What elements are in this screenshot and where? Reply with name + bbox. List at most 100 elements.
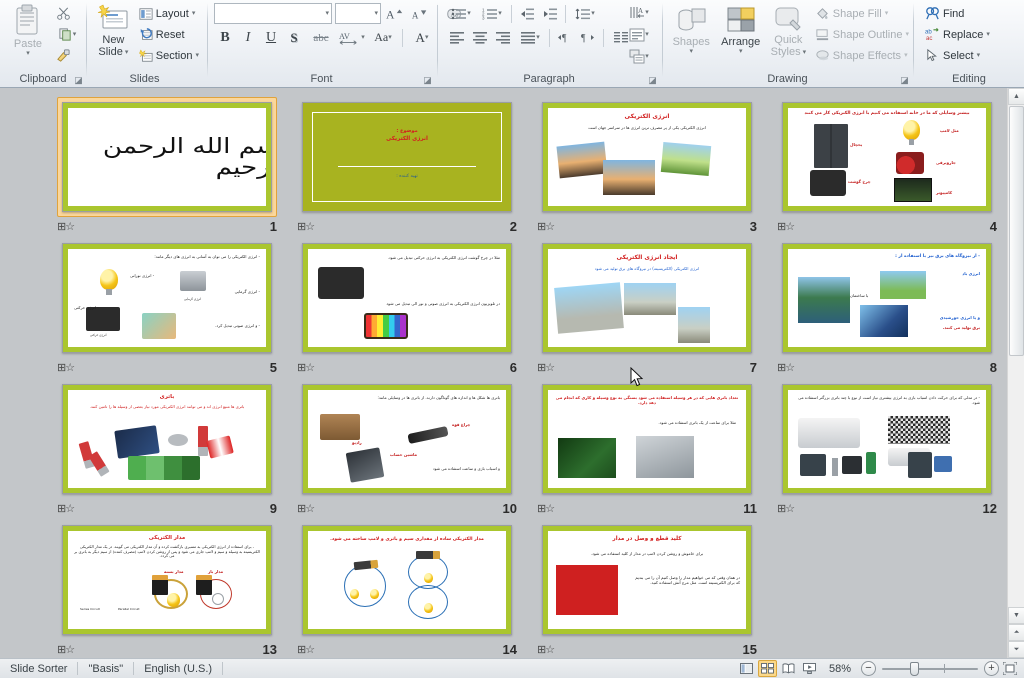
slide-thumb-4[interactable]: بیشتر وسایلی که ما در خانه استفاده می کن… [777,97,997,217]
italic-button[interactable]: I [237,27,259,48]
animation-icon[interactable]: ⊞☆ [537,220,555,233]
font-size-caret-icon[interactable]: ▾ [374,10,378,17]
animation-icon[interactable]: ⊞☆ [57,643,75,656]
copy-caret-icon[interactable]: ▾ [73,31,77,38]
new-slide-button[interactable]: New Slide ▾ [93,2,134,60]
font-dialog-launcher[interactable]: ◪ [422,74,433,87]
align-text-button[interactable]: ▾ [624,24,654,45]
paste-button[interactable]: Paste ▾ [4,2,52,59]
zoom-slider[interactable] [882,661,978,676]
slide-thumb-9[interactable]: باتری باتری ها منبع انرژی اند و می توانن… [57,379,277,499]
font-size-input[interactable]: ▾ [335,3,381,24]
zoom-out-button[interactable]: − [861,661,876,676]
slide-thumb-8[interactable]: - از نیروگاه های برق نیز با استفاده از :… [777,238,997,358]
shape-fill-button[interactable]: Shape Fill ▾ [812,3,912,24]
animation-icon[interactable]: ⊞☆ [537,643,555,656]
select-button[interactable]: Select ▾ [922,45,993,66]
previous-slide-button[interactable]: ⏶ [1008,624,1024,641]
animation-icon[interactable]: ⊞☆ [57,502,75,515]
animation-icon[interactable]: ⊞☆ [57,361,75,374]
new-slide-caret-icon[interactable]: ▾ [125,49,129,56]
decrease-indent-button[interactable] [516,3,538,24]
character-spacing-button[interactable]: AV ▾ [337,27,367,48]
numbering-button[interactable]: 1 2 3 ▾ [477,3,507,24]
format-painter-button[interactable] [52,45,74,66]
slide-cell[interactable]: مدار الکتریکی ساده از مقداری سیم و باتری… [287,517,527,658]
slide-cell[interactable]: بیشتر وسایلی که ما در خانه استفاده می کن… [767,94,1007,235]
text-direction-button[interactable]: A ▾ [624,2,654,23]
drawing-dialog-launcher[interactable]: ◪ [899,74,910,87]
slide-cell[interactable]: - از نیروگاه های برق نیز با استفاده از :… [767,235,1007,376]
slide-thumb-10[interactable]: باتری ها شکل ها و اندازه های گوناگون دار… [297,379,517,499]
convert-to-smartart-button[interactable]: ▾ [624,46,654,67]
slide-thumb-14[interactable]: مدار الکتریکی ساده از مقداری سیم و باتری… [297,520,517,640]
slide-cell[interactable]: بسم الله الرحمن الرحیم ⊞☆ 1 [47,94,287,235]
slide-cell[interactable]: مدار الکتریکی - برای استفاده از انرژی ال… [47,517,287,658]
slide-thumb-2[interactable]: موضوع : انرژی الکتریکی تهیه کننده : [297,97,517,217]
find-button[interactable]: Find [922,3,993,24]
animation-icon[interactable]: ⊞☆ [537,361,555,374]
zoom-level-label[interactable]: 58% [821,663,859,675]
animation-icon[interactable]: ⊞☆ [297,643,315,656]
animation-icon[interactable]: ⊞☆ [777,220,795,233]
scroll-down-button[interactable]: ▼ [1008,607,1024,624]
status-language[interactable]: English (U.S.) [134,659,222,678]
cut-button[interactable] [52,3,74,24]
reading-view-button[interactable] [779,660,798,677]
slide-cell[interactable]: ایجاد انرژی الکتریکی انرژی الکتریکی (الک… [527,235,767,376]
align-left-button[interactable] [446,27,468,48]
slide-cell[interactable]: - در مدلی که برای حرکت دادن اسباب بازی ب… [767,376,1007,517]
text-shadow-button[interactable]: S [283,27,305,48]
slide-thumb-7[interactable]: ایجاد انرژی الکتریکی انرژی الکتریکی (الک… [537,238,757,358]
reset-button[interactable]: Reset [136,24,202,45]
slide-thumb-6[interactable]: مثلا در چرخ گوشت انرژی الکتریکی به انرژی… [297,238,517,358]
next-slide-button[interactable]: ⏷ [1008,641,1024,658]
zoom-in-button[interactable]: + [984,661,999,676]
strikethrough-button[interactable]: abc [306,27,336,48]
paste-caret-icon[interactable]: ▾ [26,50,30,57]
slide-cell[interactable]: - انرژی الکتریکی را می توان به آسانی به … [47,235,287,376]
grow-font-button[interactable]: A [384,3,406,24]
shape-effects-button[interactable]: Shape Effects ▾ [812,45,912,66]
scrollbar-thumb[interactable] [1009,106,1024,356]
slide-thumb-5[interactable]: - انرژی الکتریکی را می توان به آسانی به … [57,238,277,358]
text-direction-rtl-button[interactable]: ¶ [577,27,599,48]
copy-button[interactable]: ▾ [52,24,82,45]
animation-icon[interactable]: ⊞☆ [57,220,75,233]
shape-outline-button[interactable]: Shape Outline ▾ [812,24,912,45]
layout-button[interactable]: Layout ▾ [136,3,202,24]
slide-thumb-3[interactable]: انرژی الکتریکی انرژی الکتریکی یکی از پر … [537,97,757,217]
slide-thumb-1[interactable]: بسم الله الرحمن الرحیم [57,97,277,217]
bold-button[interactable]: B [214,27,236,48]
slide-cell[interactable]: انرژی الکتریکی انرژی الکتریکی یکی از پر … [527,94,767,235]
justify-button[interactable]: ▾ [515,27,545,48]
font-color-button[interactable]: A ▾ [407,27,437,48]
section-button[interactable]: Section ▾ [136,45,202,66]
change-case-button[interactable]: Aa ▾ [368,27,398,48]
animation-icon[interactable]: ⊞☆ [297,361,315,374]
replace-button[interactable]: ab ac Replace ▾ [922,24,993,45]
slide-cell[interactable]: مثلا در چرخ گوشت انرژی الکتریکی به انرژی… [287,235,527,376]
slide-sorter-view-button[interactable] [757,660,777,677]
normal-view-button[interactable] [737,660,756,677]
status-theme-name[interactable]: "Basis" [78,659,133,678]
underline-button[interactable]: U [260,27,282,48]
shapes-button[interactable]: Shapes ▾ [667,2,715,57]
shrink-font-button[interactable]: A [409,3,431,24]
animation-icon[interactable]: ⊞☆ [297,502,315,515]
font-name-caret-icon[interactable]: ▾ [325,10,329,17]
section-caret-icon[interactable]: ▾ [195,52,199,59]
clipboard-dialog-launcher[interactable]: ◪ [73,74,84,87]
arrange-button[interactable]: Arrange ▾ [716,2,764,57]
vertical-scrollbar[interactable]: ▲ ▼ ⏶ ⏷ [1007,88,1024,658]
slide-cell[interactable]: باتری ها شکل ها و اندازه های گوناگون دار… [287,376,527,517]
paragraph-dialog-launcher[interactable]: ◪ [647,74,658,87]
line-spacing-button[interactable]: ▾ [570,3,600,24]
slide-cell[interactable]: کلید قطع و وصل در مدار برای خاموش و روشن… [527,517,767,658]
quick-styles-button[interactable]: Quick Styles ▾ [766,2,811,60]
slide-show-button[interactable] [800,660,819,677]
animation-icon[interactable]: ⊞☆ [297,220,315,233]
zoom-slider-handle[interactable] [910,662,919,676]
slide-cell[interactable]: باتری باتری ها منبع انرژی اند و می توانن… [47,376,287,517]
align-center-button[interactable] [469,27,491,48]
